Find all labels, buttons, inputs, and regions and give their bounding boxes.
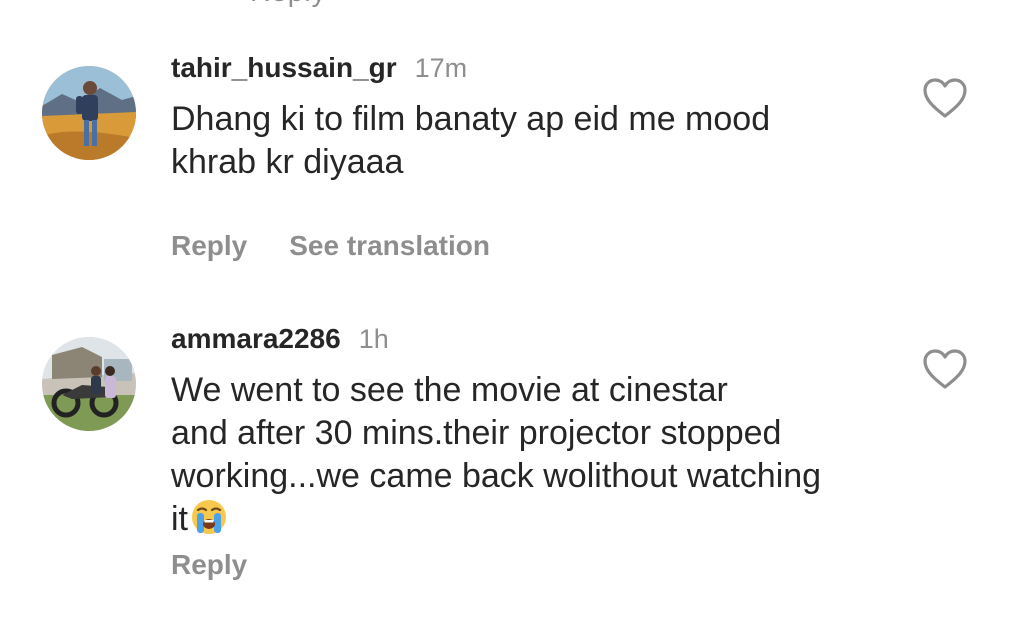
avatar[interactable] xyxy=(42,66,136,160)
loudly-crying-face-emoji-icon xyxy=(190,498,228,536)
heart-outline-icon[interactable] xyxy=(922,348,968,390)
avatar[interactable] xyxy=(42,337,136,431)
reply-button[interactable]: Reply xyxy=(171,549,247,581)
comment-timestamp: 17m xyxy=(414,53,468,83)
heart-outline-icon[interactable] xyxy=(922,77,968,119)
comment-username[interactable]: tahir_hussain_gr xyxy=(171,52,397,84)
comment-text: Dhang ki to film banaty ap eid me mood k… xyxy=(171,100,771,181)
reply-button[interactable]: Reply xyxy=(171,230,247,262)
previous-comment-reply-link-cropped[interactable]: Reply xyxy=(250,0,327,8)
comment-timestamp: 1h xyxy=(358,324,389,354)
comment-username[interactable]: ammara2286 xyxy=(171,323,341,355)
see-translation-button[interactable]: See translation xyxy=(289,230,490,262)
comment-text-body: We went to see the movie at cinestar and… xyxy=(171,371,822,538)
comment-text: We went to see the movie at cinestar and… xyxy=(171,369,904,541)
